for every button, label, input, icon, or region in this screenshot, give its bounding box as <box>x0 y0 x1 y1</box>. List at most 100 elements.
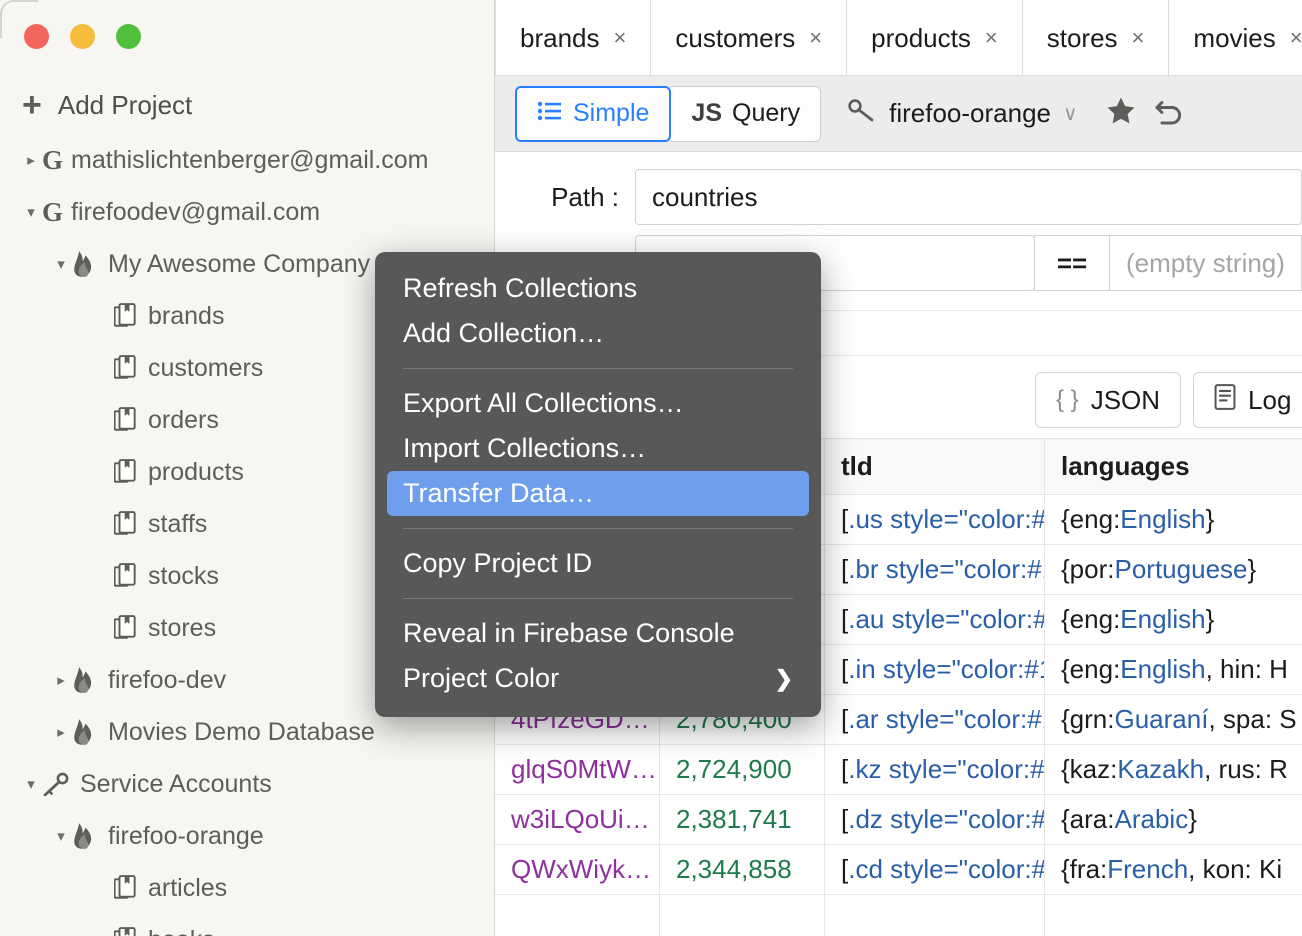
lang-value: Portuguese <box>1115 554 1248 585</box>
result-tab-label: Log <box>1248 385 1291 416</box>
menu-item-refresh-collections[interactable]: Refresh Collections <box>375 266 821 311</box>
close-icon[interactable]: × <box>614 27 627 49</box>
chevron-down-icon[interactable]: ▾ <box>50 829 72 844</box>
tree-item-service-accounts[interactable]: ▾Service Accounts <box>0 758 494 810</box>
close-icon[interactable]: × <box>809 27 822 49</box>
menu-item-export-all-collections[interactable]: Export All Collections… <box>375 381 821 426</box>
tab-label: customers <box>675 23 795 54</box>
result-tab-json[interactable]: { }JSON <box>1035 372 1181 428</box>
chevron-down-icon[interactable]: ▾ <box>20 205 42 220</box>
tab-simple[interactable]: Simple <box>515 86 671 142</box>
cell-tld[interactable]: [.au style="color:#1c1c1c">] <box>825 595 1045 644</box>
result-tab-log[interactable]: Log <box>1193 372 1302 428</box>
chevron-down-icon: ∨ <box>1063 101 1078 126</box>
cell-languages[interactable]: {ara: Arabic} <box>1045 795 1302 844</box>
menu-item-project-color[interactable]: Project Color❯ <box>375 656 821 701</box>
cell-population[interactable]: 2,344,858 <box>660 845 825 894</box>
cell-tld[interactable] <box>825 895 1045 936</box>
cell-tld[interactable]: [.br style="color:#1c1c1c">] <box>825 545 1045 594</box>
tree-item-firefoodev-gmail-com[interactable]: ▾Gfirefoodev@gmail.com <box>0 186 494 238</box>
cell-tld[interactable]: [.ar style="color:#1c1c1c">] <box>825 695 1045 744</box>
menu-item-transfer-data[interactable]: Transfer Data… <box>387 471 809 516</box>
table-row[interactable]: glqS0MtW…2,724,900[.kz style="color:#1c1… <box>495 745 1302 795</box>
lang-key: {por: <box>1061 554 1115 585</box>
cell-languages[interactable]: {kaz: Kazakh, rus: R <box>1045 745 1302 794</box>
cell-languages[interactable]: {grn: Guaraní, spa: S <box>1045 695 1302 744</box>
cell-languages[interactable]: {eng: English} <box>1045 495 1302 544</box>
cell-tld[interactable]: [.dz style="color:#1c1c1c">, الجزائر. st… <box>825 795 1045 844</box>
app-window: + Add Project ▸Gmathislichtenberger@gmai… <box>0 0 1302 936</box>
table-row[interactable]: QWxWiyk…2,344,858 [.cd style="color:#1c1c… <box>495 845 1302 895</box>
tab-customers[interactable]: customers × <box>651 0 847 76</box>
chevron-right-icon[interactable]: ▸ <box>50 725 72 740</box>
lang-value: Guaraní <box>1115 704 1209 735</box>
cell-tld[interactable]: [.in style="color:#1c1c1c">] <box>825 645 1045 694</box>
tab-js-query[interactable]: JS Query <box>671 86 821 142</box>
tree-item-articles[interactable]: articles <box>0 862 494 914</box>
key-icon <box>847 98 877 129</box>
cell-languages[interactable] <box>1045 895 1302 936</box>
cell-tld[interactable]: [.us style="color:#1c1c1c">] <box>825 495 1045 544</box>
close-icon[interactable]: × <box>1132 27 1145 49</box>
collection-icon <box>114 407 138 433</box>
table-row[interactable] <box>495 895 1302 936</box>
lang-value: Kazakh <box>1117 754 1204 785</box>
tab-stores[interactable]: stores × <box>1023 0 1170 76</box>
filter-value-input[interactable]: (empty string) <box>1109 235 1302 291</box>
chevron-down-icon[interactable]: ▾ <box>20 777 42 792</box>
tree-item-firefoo-orange[interactable]: ▾firefoo-orange <box>0 810 494 862</box>
tab-brands[interactable]: brands × <box>495 0 651 76</box>
close-button[interactable] <box>24 24 49 49</box>
plus-icon: + <box>22 88 42 122</box>
tab-movies[interactable]: movies× <box>1169 0 1302 76</box>
lang-suffix: , kon: Ki <box>1188 854 1282 885</box>
tab-products[interactable]: products× <box>847 0 1023 76</box>
column-header-languages[interactable]: languages <box>1045 439 1302 494</box>
chevron-right-icon[interactable]: ▸ <box>20 153 42 168</box>
close-icon[interactable]: × <box>1290 27 1302 49</box>
column-header-tld[interactable]: tld <box>825 439 1045 494</box>
cell-tld[interactable]: [.cd style="color:#1c1c1c">] <box>825 845 1045 894</box>
menu-item-import-collections[interactable]: Import Collections… <box>375 426 821 471</box>
menu-separator <box>403 528 793 529</box>
cell-tld[interactable]: [.kz style="color:#1c1c1c">, .қаз style=… <box>825 745 1045 794</box>
path-input[interactable]: countries <box>635 169 1302 225</box>
lang-key: {ara: <box>1061 804 1115 835</box>
minimize-button[interactable] <box>70 24 95 49</box>
cell-population[interactable]: 2,381,741 <box>660 795 825 844</box>
menu-item-add-collection[interactable]: Add Collection… <box>375 311 821 356</box>
query-mode-switch: Simple JS Query <box>515 86 821 142</box>
cell-languages[interactable]: {eng: English, hin: H <box>1045 645 1302 694</box>
zoom-button[interactable] <box>116 24 141 49</box>
cell-languages[interactable]: {por: Portuguese} <box>1045 545 1302 594</box>
cell-id[interactable]: w3iLQoUi… <box>495 795 660 844</box>
revert-icon[interactable] <box>1152 94 1186 133</box>
cell-population[interactable]: 2,724,900 <box>660 745 825 794</box>
add-project-label: Add Project <box>58 90 192 121</box>
tree-item-label: My Awesome Company <box>108 250 370 279</box>
filter-operator-select[interactable]: == <box>1034 235 1110 291</box>
tab-label: stores <box>1047 23 1118 54</box>
cell-id[interactable]: glqS0MtW… <box>495 745 660 794</box>
chevron-right-icon[interactable]: ▸ <box>50 673 72 688</box>
star-icon[interactable] <box>1104 94 1138 133</box>
cell-population[interactable] <box>660 895 825 936</box>
account-selector[interactable]: firefoo-orange ∨ <box>847 98 1078 129</box>
cell-languages[interactable]: {eng: English} <box>1045 595 1302 644</box>
tree-item-mathislichtenberger-gmail-com[interactable]: ▸Gmathislichtenberger@gmail.com <box>0 134 494 186</box>
cell-languages[interactable]: {fra: French, kon: Ki <box>1045 845 1302 894</box>
close-icon[interactable]: × <box>985 27 998 49</box>
tab-label: brands <box>520 23 600 54</box>
collection-icon <box>114 615 138 641</box>
add-project-button[interactable]: + Add Project <box>0 76 494 134</box>
cell-id[interactable]: QWxWiyk… <box>495 845 660 894</box>
tree-item-books[interactable]: books <box>0 914 494 936</box>
cell-tld-text: [.cd style="color:#1c1c1c">] <box>841 854 1045 885</box>
cell-tld-text: [.ar style="color:#1c1c1c">] <box>841 704 1045 735</box>
cell-tld-text: [.in style="color:#1c1c1c">] <box>841 654 1045 685</box>
menu-item-reveal-in-firebase-console[interactable]: Reveal in Firebase Console <box>375 611 821 656</box>
table-row[interactable]: w3iLQoUi…2,381,741[.dz style="color:#1c1… <box>495 795 1302 845</box>
chevron-down-icon[interactable]: ▾ <box>50 257 72 272</box>
menu-item-copy-project-id[interactable]: Copy Project ID <box>375 541 821 586</box>
cell-id[interactable] <box>495 895 660 936</box>
